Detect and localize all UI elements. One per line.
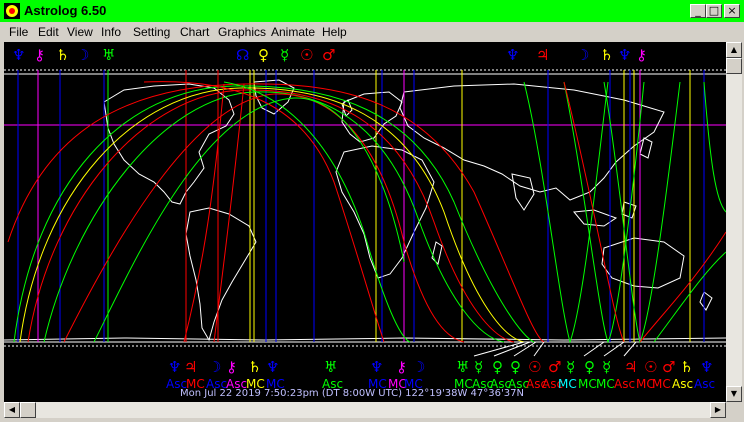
scroll-down-button[interactable]: ▼	[726, 386, 742, 402]
bottom-line-label: MC	[558, 377, 577, 391]
bottom-planet-glyph: ♀	[510, 358, 521, 376]
bottom-planet-glyph: ♂	[548, 358, 561, 376]
top-planet-glyph: ☽	[576, 46, 589, 64]
vertical-scrollbar[interactable]: ▲ ▼	[726, 42, 742, 402]
bottom-planet-glyph: ☽	[412, 358, 425, 376]
top-planet-glyph: ♄	[600, 46, 613, 64]
window-title: Astrolog 6.50	[24, 3, 107, 18]
bottom-planet-glyph: ♃	[184, 358, 197, 376]
top-planet-glyph: ⚷	[636, 46, 647, 64]
astro-map-canvas[interactable]: ♆ ⚷ ♄ ☽ ♅ ☊ ♀ ☿ ☉ ♂ ♆ ♃ ☽ ♄ ♆ ⚷ ♆ ♃ ☽ ⚷ ♄ ♆ ♅ ♆ ⚷ ☽ ♅ ☿ ♀ ♀ ☉ ♂ ☿ ♀ ☿ ♃ ☉ ♂ ♄…	[4, 42, 726, 402]
astrocartography-map: ♆ ⚷ ♄ ☽ ♅ ☊ ♀ ☿ ☉ ♂ ♆ ♃ ☽ ♄ ♆ ⚷ ♆ ♃ ☽ ⚷ ♄ ♆ ♅ ♆ ⚷ ☽ ♅ ☿ ♀ ♀ ☉ ♂ ☿ ♀ ☿ ♃ ☉ ♂ ♄…	[4, 42, 726, 402]
bottom-planet-glyph: ♄	[248, 358, 261, 376]
bottom-planet-glyph: ☽	[208, 358, 221, 376]
top-planet-glyph: ☉	[300, 46, 313, 64]
bottom-planet-glyph: ♅	[456, 358, 469, 376]
menu-graphics[interactable]: Graphics	[218, 25, 266, 39]
bottom-line-label: MC	[596, 377, 615, 391]
bottom-planet-glyph: ⚷	[226, 358, 237, 376]
bottom-planet-glyph: ☿	[474, 358, 483, 376]
bottom-line-label: Asc	[672, 377, 693, 391]
bottom-planet-glyph: ⚷	[396, 358, 407, 376]
horizontal-scrollbar[interactable]: ◀ ▶	[4, 402, 726, 418]
top-planet-glyph: ♄	[56, 46, 69, 64]
bottom-planet-glyph: ♆	[266, 358, 279, 376]
maximize-button[interactable]: □	[706, 4, 722, 18]
menu-animate[interactable]: Animate	[271, 25, 315, 39]
scroll-left-button[interactable]: ◀	[4, 402, 20, 418]
top-planet-glyph: ♆	[506, 46, 519, 64]
bottom-planet-glyph: ♆	[700, 358, 713, 376]
close-button[interactable]: ×	[724, 4, 740, 18]
scroll-right-button[interactable]: ▶	[710, 402, 726, 418]
top-planet-glyph: ♆	[12, 46, 25, 64]
top-planet-glyph: ♃	[536, 46, 549, 64]
bottom-line-label: MC	[578, 377, 597, 391]
scroll-up-button[interactable]: ▲	[726, 42, 742, 58]
top-planet-glyph: ☿	[280, 46, 289, 64]
bottom-line-label: Asc	[694, 377, 715, 391]
chart-status-text: Mon Jul 22 2019 7:50:23pm (DT 8:00W UTC)…	[180, 388, 524, 399]
bottom-planet-glyph: ♅	[324, 358, 337, 376]
menu-info[interactable]: Info	[101, 25, 121, 39]
vertical-scroll-thumb[interactable]	[726, 58, 742, 74]
menu-chart[interactable]: Chart	[180, 25, 209, 39]
top-planet-glyph: ♅	[102, 46, 115, 64]
bottom-planet-glyph: ☿	[566, 358, 575, 376]
bottom-planet-glyph: ♆	[168, 358, 181, 376]
bottom-planet-glyph: ☉	[528, 358, 541, 376]
bottom-line-label: MC	[652, 377, 671, 391]
top-planet-glyph: ☽	[76, 46, 89, 64]
menu-bar: File Edit View Info Setting Chart Graphi…	[0, 22, 744, 42]
bottom-line-label: Asc	[614, 377, 635, 391]
bottom-planet-glyph: ♆	[370, 358, 383, 376]
bottom-planet-glyph: ☉	[644, 358, 657, 376]
minimize-button[interactable]: _	[690, 4, 706, 18]
astrolog-app-icon[interactable]	[4, 3, 20, 19]
menu-help[interactable]: Help	[322, 25, 347, 39]
bottom-planet-glyph: ♃	[624, 358, 637, 376]
menu-setting[interactable]: Setting	[133, 25, 170, 39]
menu-edit[interactable]: Edit	[38, 25, 59, 39]
menu-view[interactable]: View	[67, 25, 93, 39]
scrollbar-corner	[726, 402, 742, 418]
top-planet-glyph: ⚷	[34, 46, 45, 64]
bottom-planet-glyph: ♂	[662, 358, 675, 376]
horizontal-scroll-thumb[interactable]	[20, 402, 36, 418]
bottom-planet-glyph: ☿	[602, 358, 611, 376]
bottom-planet-glyph: ♄	[680, 358, 693, 376]
top-planet-glyph: ♆	[618, 46, 631, 64]
top-planet-glyph: ♀	[258, 46, 269, 64]
top-planet-glyph: ♂	[322, 46, 335, 64]
menu-file[interactable]: File	[9, 25, 28, 39]
top-planet-glyph: ☊	[236, 46, 249, 64]
bottom-planet-glyph: ♀	[584, 358, 595, 376]
title-bar: Astrolog 6.50 _ □ ×	[0, 0, 744, 22]
bottom-planet-glyph: ♀	[492, 358, 503, 376]
